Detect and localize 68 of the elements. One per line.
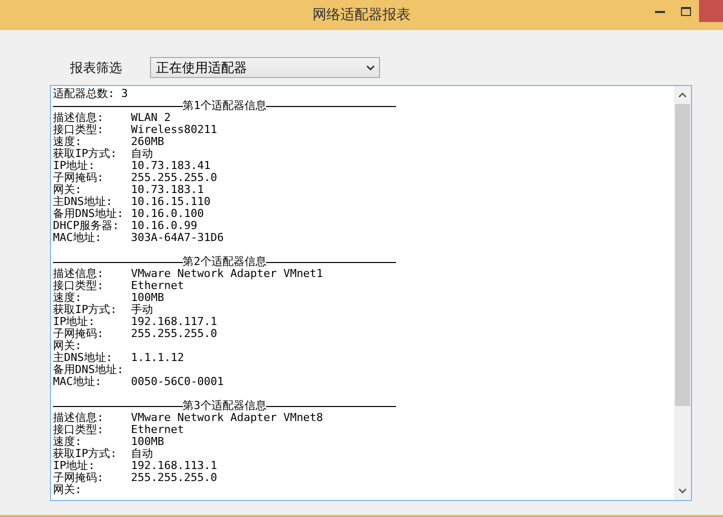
field-value: 100MB <box>131 292 164 304</box>
field-label: 网关: <box>53 484 83 496</box>
field-label: 描述信息: <box>53 412 105 424</box>
field-label: 接口类型: <box>53 124 105 136</box>
field-label: 网关: <box>53 340 83 352</box>
field-label: 速度: <box>53 436 83 448</box>
field-value: 255.255.255.0 <box>131 328 218 340</box>
adapter-header: 第3个适配器信息 <box>182 400 266 412</box>
field-value: 100MB <box>131 436 164 448</box>
field-label: 获取IP方式: <box>53 304 118 316</box>
field-value: WLAN 2 <box>131 112 171 124</box>
report-textarea[interactable] <box>50 85 692 501</box>
field-label: IP地址: <box>53 160 96 172</box>
field-label: 描述信息: <box>53 112 105 124</box>
adapter-header: 第2个适配器信息 <box>182 256 266 268</box>
field-label: 网关: <box>53 184 83 196</box>
field-value: 0050-56C0-0001 <box>131 376 224 388</box>
field-label: 速度: <box>53 292 83 304</box>
field-value: 1.1.1.12 <box>131 352 184 364</box>
adapter-header: 第1个适配器信息 <box>182 100 266 112</box>
scrollbar[interactable] <box>674 86 691 500</box>
field-label: 接口类型: <box>53 424 105 436</box>
field-label: 主DNS地址: <box>53 352 114 364</box>
field-value: Wireless80211 <box>131 124 218 136</box>
field-value: 10.73.183.41 <box>131 160 210 172</box>
field-value: Ethernet <box>131 424 184 436</box>
field-value: 303A-64A7-31D6 <box>131 232 224 244</box>
scrollbar-thumb[interactable] <box>675 104 690 406</box>
scroll-up-icon[interactable] <box>678 92 687 98</box>
minimize-icon <box>655 10 665 12</box>
field-label: 描述信息: <box>53 268 105 280</box>
scroll-down-icon[interactable] <box>678 488 687 494</box>
field-value: VMware Network Adapter VMnet1 <box>131 268 324 280</box>
field-label: 子网掩码: <box>53 328 105 340</box>
field-label: 接口类型: <box>53 280 105 292</box>
field-value: Ethernet <box>131 280 184 292</box>
field-value: 手动 <box>131 304 153 316</box>
field-value: 自动 <box>131 448 153 460</box>
field-value: 255.255.255.0 <box>131 472 218 484</box>
filter-label: 报表筛选 <box>69 60 123 76</box>
field-value: 192.168.117.1 <box>131 316 218 328</box>
field-value: 10.73.183.1 <box>131 184 204 196</box>
field-label: MAC地址: <box>53 376 102 388</box>
adapter-count: 适配器总数: 3 <box>53 88 129 100</box>
field-label: 主DNS地址: <box>53 196 114 208</box>
chevron-down-icon <box>366 64 375 70</box>
field-label: 子网掩码: <box>53 472 105 484</box>
window-title: 网络适配器报表 <box>312 6 410 24</box>
field-value: 192.168.113.1 <box>131 460 218 472</box>
field-label: IP地址: <box>53 316 96 328</box>
filter-dropdown[interactable]: 正在使用适配器 <box>150 57 380 78</box>
field-label: DHCP服务器: <box>53 220 120 232</box>
field-label: 备用DNS地址: <box>53 208 124 220</box>
field-label: IP地址: <box>53 460 96 472</box>
field-label: 子网掩码: <box>53 172 105 184</box>
field-value: 10.16.15.110 <box>131 196 210 208</box>
maximize-icon <box>681 6 691 16</box>
field-label: 速度: <box>53 136 83 148</box>
field-label: 获取IP方式: <box>53 448 118 460</box>
field-label: MAC地址: <box>53 232 102 244</box>
field-value: 10.16.0.100 <box>131 208 204 220</box>
field-label: 备用DNS地址: <box>53 364 124 376</box>
field-value: 自动 <box>131 148 153 160</box>
field-label: 获取IP方式: <box>53 148 118 160</box>
field-value: 260MB <box>131 136 164 148</box>
field-value: VMware Network Adapter VMnet8 <box>131 412 324 424</box>
field-value: 255.255.255.0 <box>131 172 218 184</box>
field-value: 10.16.0.99 <box>131 220 198 232</box>
